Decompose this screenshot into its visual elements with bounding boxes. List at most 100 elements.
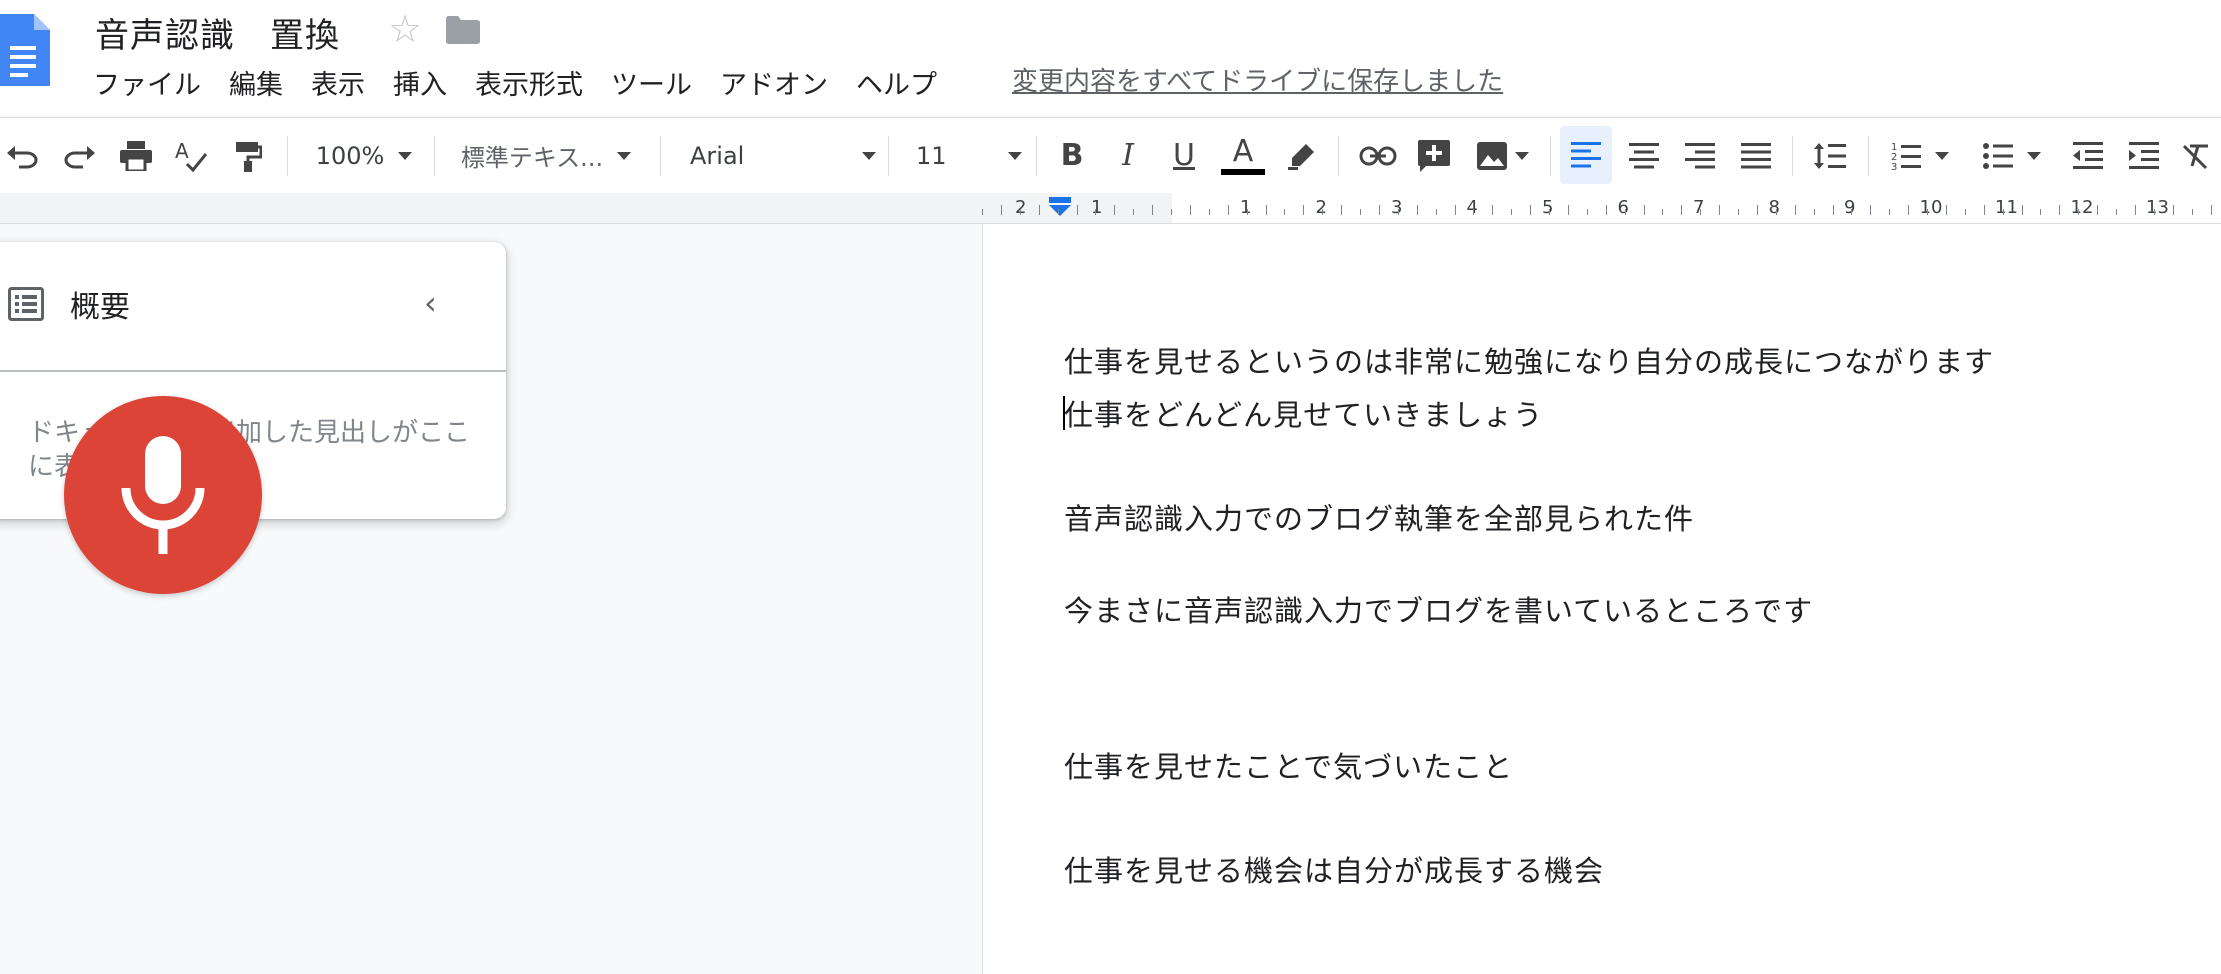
menu-file[interactable]: ファイル [93, 66, 215, 106]
ruler-number: 12 [2070, 197, 2094, 218]
document-line[interactable]: 仕事をどんどん見せていきましょう [1064, 392, 1543, 434]
voice-typing-button[interactable] [64, 396, 262, 594]
ruler-tick [1814, 209, 1815, 215]
chevron-down-icon [1515, 151, 1529, 160]
underline-button[interactable]: U [1162, 118, 1206, 193]
menu-addons[interactable]: アドオン [706, 66, 842, 106]
toolbar: A 100% 標準テキス... Arial 11 B I U A 1 2 3 [0, 117, 2221, 194]
highlight-button[interactable] [1280, 118, 1324, 193]
ruler-tick [1077, 205, 1078, 215]
chevron-down-icon [2027, 151, 2041, 160]
ruler-tick [1511, 209, 1512, 215]
document-line[interactable]: 音声認識入力でのブログ執筆を全部見られた件 [1064, 496, 1694, 538]
chevron-left-icon[interactable]: ‹ [424, 284, 437, 322]
ruler-tick [1965, 209, 1966, 215]
toolbar-separator [287, 136, 288, 176]
paint-format-button[interactable] [226, 118, 270, 193]
font-size-value: 11 [916, 141, 947, 170]
decrease-indent-button[interactable] [2064, 118, 2112, 193]
ruler-tick [1738, 209, 1739, 215]
ruler-tick [1473, 209, 1474, 215]
undo-button[interactable] [0, 118, 44, 193]
ruler-tick [1492, 205, 1493, 215]
font-select[interactable]: Arial [690, 118, 876, 193]
document-line[interactable]: 今まさに音声認識入力でブログを書いているところです [1064, 588, 1813, 630]
svg-text:3: 3 [1891, 162, 1897, 171]
font-size-select[interactable]: 11 [916, 118, 1022, 193]
ruler-number: 7 [1693, 197, 1705, 218]
ruler-number: 3 [1391, 197, 1403, 218]
toolbar-separator [888, 136, 889, 176]
italic-button[interactable]: I [1106, 118, 1150, 193]
increase-indent-button[interactable] [2120, 118, 2168, 193]
bold-button[interactable]: B [1050, 118, 1094, 193]
google-docs-icon[interactable] [0, 14, 50, 86]
numbered-list-button[interactable]: 123 [1880, 118, 1960, 193]
star-icon[interactable]: ☆ [388, 10, 422, 48]
ruler-tick [1984, 205, 1985, 215]
style-select[interactable]: 標準テキス... [448, 118, 644, 193]
indent-marker-icon[interactable] [1047, 197, 1073, 217]
print-icon [120, 140, 152, 171]
redo-icon [64, 145, 95, 168]
toolbar-separator [660, 136, 661, 176]
zoom-select[interactable]: 100% [304, 118, 424, 193]
clear-formatting-button[interactable] [2180, 118, 2220, 193]
document-line[interactable]: 仕事を見せるというのは非常に勉強になり自分の成長につながります [1064, 339, 1994, 381]
insert-image-button[interactable] [1468, 118, 1538, 193]
ruler-tick [1133, 209, 1134, 215]
folder-icon[interactable] [446, 16, 480, 44]
document-title[interactable]: 音声認識 置換 [95, 8, 340, 57]
bulleted-list-button[interactable] [1972, 118, 2052, 193]
spellcheck-icon: A [175, 140, 207, 172]
ruler-number: 5 [1542, 197, 1554, 218]
clear-formatting-icon [2182, 144, 2208, 169]
insert-comment-button[interactable] [1410, 118, 1458, 193]
save-status-link[interactable]: 変更内容をすべてドライブに保存しました [1012, 62, 1503, 102]
line-spacing-button[interactable] [1806, 118, 1854, 193]
text-color-button[interactable]: A [1218, 118, 1268, 193]
paint-format-icon [236, 141, 262, 172]
ruler-tick [1114, 205, 1115, 215]
bulleted-list-icon [1983, 142, 2013, 169]
insert-link-button[interactable] [1354, 118, 1402, 193]
outline-list-icon[interactable] [8, 287, 44, 325]
ruler[interactable]: 2 1 1 2 3 4 5 6 7 8 9 10 11 12 13 [0, 193, 2221, 224]
ruler-tick [1190, 205, 1191, 215]
justify-button[interactable] [1732, 118, 1780, 193]
highlighter-icon [1288, 143, 1314, 170]
ruler-tick [1870, 205, 1871, 215]
menu-edit[interactable]: 編集 [215, 66, 297, 106]
document-page[interactable]: 仕事を見せるというのは非常に勉強になり自分の成長につながります 仕事をどんどん見… [982, 224, 2221, 974]
toolbar-separator [434, 136, 435, 176]
ruler-tick [1266, 205, 1267, 215]
chevron-down-icon [1935, 151, 1949, 160]
redo-button[interactable] [58, 118, 102, 193]
menu-insert[interactable]: 挿入 [379, 66, 461, 106]
ruler-tick [1341, 205, 1342, 215]
print-button[interactable] [114, 118, 158, 193]
document-line[interactable]: 仕事を見せる機会は自分が成長する機会 [1064, 848, 1604, 890]
ruler-tick [2078, 209, 2079, 215]
align-right-button[interactable] [1676, 118, 1724, 193]
ruler-tick [1417, 205, 1418, 215]
menu-bar: ファイル 編集 表示 挿入 表示形式 ツール アドオン ヘルプ [93, 66, 951, 106]
menu-view[interactable]: 表示 [297, 66, 379, 106]
toolbar-separator [1792, 136, 1793, 176]
ruler-tick [2192, 209, 2193, 215]
ruler-tick [1171, 209, 1172, 215]
menu-tools[interactable]: ツール [597, 66, 706, 106]
align-center-button[interactable] [1620, 118, 1668, 193]
ruler-tick [1436, 209, 1437, 215]
spellcheck-button[interactable]: A [168, 118, 212, 193]
toolbar-separator [1868, 136, 1869, 176]
align-left-button[interactable] [1560, 126, 1612, 184]
ruler-tick [1587, 209, 1588, 215]
menu-help[interactable]: ヘルプ [842, 66, 951, 106]
ruler-tick [1776, 209, 1777, 215]
zoom-value: 100% [315, 141, 385, 170]
menu-format[interactable]: 表示形式 [461, 66, 597, 106]
ruler-tick [1700, 209, 1701, 215]
document-line[interactable]: 仕事を見せたことで気づいたこと [1064, 744, 1513, 786]
bold-label: B [1060, 138, 1084, 173]
